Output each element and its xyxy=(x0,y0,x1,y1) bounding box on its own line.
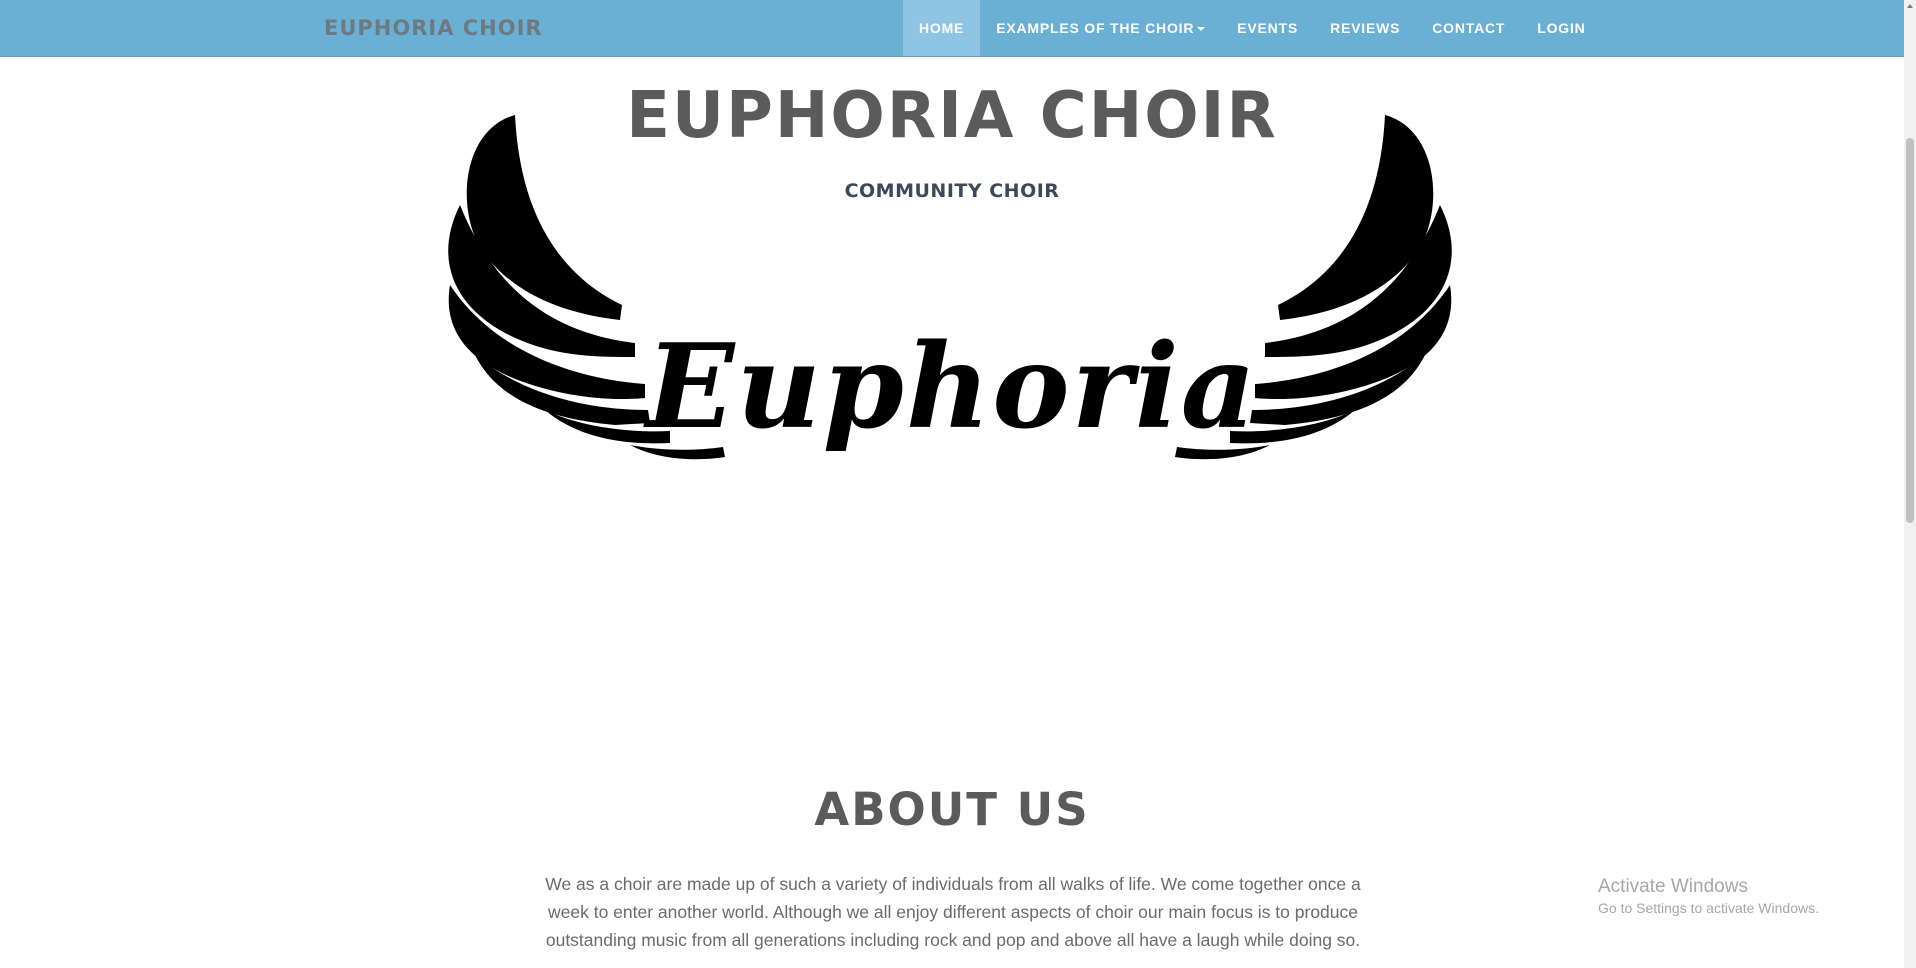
caret-down-icon xyxy=(1197,27,1206,32)
activate-windows-watermark: Activate Windows Go to Settings to activ… xyxy=(1598,875,1819,917)
page-scrollbar[interactable] xyxy=(1904,0,1916,968)
scrollbar-thumb[interactable] xyxy=(1906,138,1914,523)
nav-item-login[interactable]: LOGIN xyxy=(1521,0,1601,56)
watermark-subtitle: Go to Settings to activate Windows. xyxy=(1598,900,1819,916)
nav-item-reviews[interactable]: REVIEWS xyxy=(1314,0,1416,56)
about-title: ABOUT US xyxy=(814,783,1090,836)
nav-item-contact[interactable]: CONTACT xyxy=(1416,0,1521,56)
scroll-up-arrow-icon[interactable] xyxy=(1907,4,1913,8)
brand-logo-link[interactable]: EUPHORIA CHOIR xyxy=(324,0,543,56)
nav-item-examples-dropdown[interactable]: EXAMPLES OF THE CHOIR xyxy=(980,0,1221,56)
watermark-title: Activate Windows xyxy=(1598,876,1748,897)
nav-menu: HOME EXAMPLES OF THE CHOIR EVENTS REVIEW… xyxy=(903,0,1602,56)
nav-item-events[interactable]: EVENTS xyxy=(1221,0,1314,56)
navbar: EUPHORIA CHOIR HOME EXAMPLES OF THE CHOI… xyxy=(0,0,1904,57)
nav-item-home[interactable]: HOME xyxy=(903,0,981,56)
logo-script-text: Euphoria xyxy=(646,319,1258,455)
nav-item-examples-label: EXAMPLES OF THE CHOIR xyxy=(996,20,1195,36)
about-text: We as a choir are made up of such a vari… xyxy=(545,874,1361,950)
